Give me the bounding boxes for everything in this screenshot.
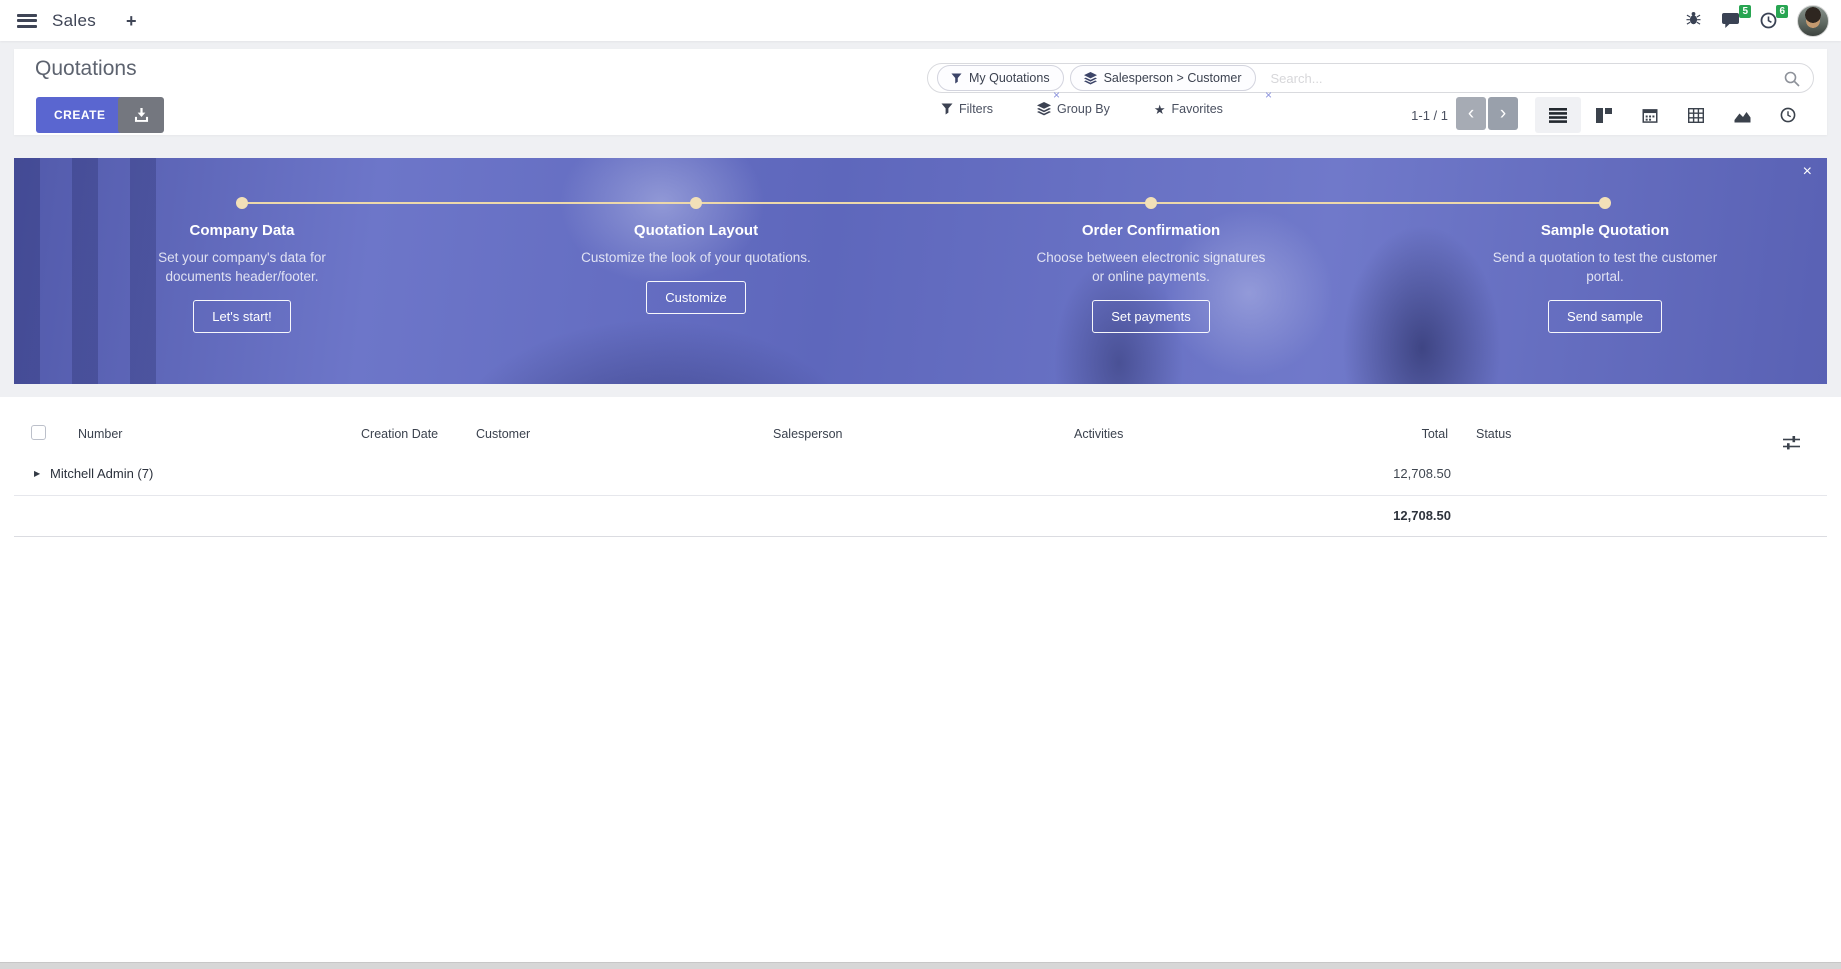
search-options: Filters Group By ★ Favorites — [941, 102, 1223, 116]
step-description: Set your company's data for documents he… — [124, 248, 360, 286]
filter-icon — [941, 103, 953, 115]
group-label: Mitchell Admin (7) — [50, 453, 153, 495]
list-view-icon — [1549, 108, 1567, 123]
lets-start-button[interactable]: Let's start! — [193, 300, 291, 333]
download-icon — [134, 108, 149, 122]
select-all-checkbox[interactable] — [31, 425, 46, 440]
create-button[interactable]: CREATE — [36, 97, 123, 133]
timeline-dot — [1599, 197, 1611, 209]
facet-label: My Quotations — [969, 71, 1050, 85]
filters-menu[interactable]: Filters — [941, 102, 993, 116]
step-description: Send a quotation to test the customer po… — [1487, 248, 1723, 286]
kanban-view-icon — [1596, 108, 1612, 123]
footer-total: 12,708.50 — [1301, 495, 1451, 536]
view-activity-button[interactable] — [1765, 97, 1811, 133]
app-name[interactable]: Sales — [52, 11, 96, 31]
view-list-button[interactable] — [1535, 97, 1581, 133]
pager-next-button[interactable]: › — [1488, 97, 1518, 130]
column-header-activities[interactable]: Activities — [1074, 415, 1123, 453]
plus-icon[interactable]: + — [126, 12, 137, 30]
top-navbar: Sales + 5 6 — [0, 0, 1841, 41]
step-title: Quotation Layout — [556, 222, 836, 239]
step-title: Sample Quotation — [1465, 222, 1745, 239]
timeline-dot — [690, 197, 702, 209]
messages-icon[interactable]: 5 — [1721, 12, 1740, 29]
apps-menu-icon[interactable] — [17, 14, 37, 28]
group-total: 12,708.50 — [1301, 453, 1451, 495]
group-by-menu[interactable]: Group By — [1037, 102, 1110, 116]
filters-label: Filters — [959, 102, 993, 116]
search-facet-my-quotations[interactable]: My Quotations — [937, 65, 1064, 91]
activities-icon[interactable]: 6 — [1760, 12, 1777, 29]
activity-view-icon — [1780, 107, 1796, 123]
column-header-number[interactable]: Number — [78, 415, 122, 453]
search-facet-salesperson-customer[interactable]: Salesperson > Customer — [1070, 65, 1256, 91]
facet-remove-icon[interactable]: × — [1265, 89, 1272, 101]
step-description: Customize the look of your quotations. — [578, 248, 814, 267]
timeline-dot — [1145, 197, 1157, 209]
horizontal-scrollbar[interactable] — [0, 962, 1841, 969]
search-placeholder: Search... — [1271, 71, 1323, 86]
group-by-label: Group By — [1057, 102, 1110, 116]
step-title: Company Data — [102, 222, 382, 239]
pager-range: 1-1 / 1 — [1354, 108, 1448, 123]
search-icon[interactable] — [1784, 71, 1800, 92]
pivot-view-icon — [1688, 108, 1704, 123]
onboarding-step-quotation-layout: Quotation Layout Customize the look of y… — [556, 222, 836, 314]
expand-caret-icon[interactable]: ▶ — [34, 453, 40, 495]
activity-count-badge: 6 — [1776, 5, 1788, 18]
column-header-creation-date[interactable]: Creation Date — [361, 415, 438, 453]
message-count-badge: 5 — [1739, 5, 1751, 18]
view-switcher — [1535, 97, 1811, 133]
view-kanban-button[interactable] — [1581, 97, 1627, 133]
set-payments-button[interactable]: Set payments — [1092, 300, 1210, 333]
graph-view-icon — [1734, 108, 1751, 123]
user-avatar[interactable] — [1797, 5, 1829, 37]
list-view: Number Creation Date Customer Salesperso… — [0, 397, 1841, 969]
odoo-sales-quotations-screen: Sales + 5 6 Quotations CREATE — [0, 0, 1841, 969]
table-header-row: Number Creation Date Customer Salesperso… — [14, 415, 1827, 454]
view-graph-button[interactable] — [1719, 97, 1765, 133]
search-input[interactable]: My Quotations Salesperson > Customer Sea… — [927, 63, 1814, 93]
step-title: Order Confirmation — [1011, 222, 1291, 239]
calendar-view-icon — [1642, 108, 1658, 123]
onboarding-banner: × Company Data Set your company's data f… — [14, 158, 1827, 384]
onboarding-step-sample-quotation: Sample Quotation Send a quotation to tes… — [1465, 222, 1745, 333]
control-panel: Quotations CREATE My Quotations Salesper… — [14, 49, 1827, 135]
page-title: Quotations — [35, 57, 137, 81]
star-icon: ★ — [1154, 103, 1166, 116]
filter-icon — [951, 73, 962, 84]
banner-close-icon[interactable]: × — [1803, 164, 1812, 180]
column-header-salesperson[interactable]: Salesperson — [773, 415, 843, 453]
favorites-menu[interactable]: ★ Favorites — [1154, 102, 1223, 116]
facet-remove-icon[interactable]: × — [1053, 89, 1060, 101]
table-footer-row: 12,708.50 — [14, 495, 1827, 537]
view-pivot-button[interactable] — [1673, 97, 1719, 133]
layers-icon — [1084, 72, 1097, 85]
pager-previous-button[interactable]: ‹ — [1456, 97, 1486, 130]
timeline-dot — [236, 197, 248, 209]
send-sample-button[interactable]: Send sample — [1548, 300, 1662, 333]
debug-icon[interactable] — [1686, 11, 1701, 31]
customize-button[interactable]: Customize — [646, 281, 745, 314]
column-header-status[interactable]: Status — [1476, 415, 1511, 453]
view-calendar-button[interactable] — [1627, 97, 1673, 133]
timeline-line — [242, 202, 1605, 204]
onboarding-step-company-data: Company Data Set your company's data for… — [102, 222, 382, 333]
favorites-label: Favorites — [1172, 102, 1223, 116]
step-description: Choose between electronic signatures or … — [1033, 248, 1269, 286]
column-header-customer[interactable]: Customer — [476, 415, 530, 453]
onboarding-step-order-confirmation: Order Confirmation Choose between electr… — [1011, 222, 1291, 333]
facet-label: Salesperson > Customer — [1104, 71, 1242, 85]
layers-icon — [1037, 102, 1051, 116]
column-header-total[interactable]: Total — [1298, 415, 1448, 453]
export-button[interactable] — [118, 97, 164, 133]
group-row-mitchell-admin[interactable]: ▶ Mitchell Admin (7) 12,708.50 — [14, 453, 1827, 496]
systray: 5 6 — [1686, 5, 1829, 37]
